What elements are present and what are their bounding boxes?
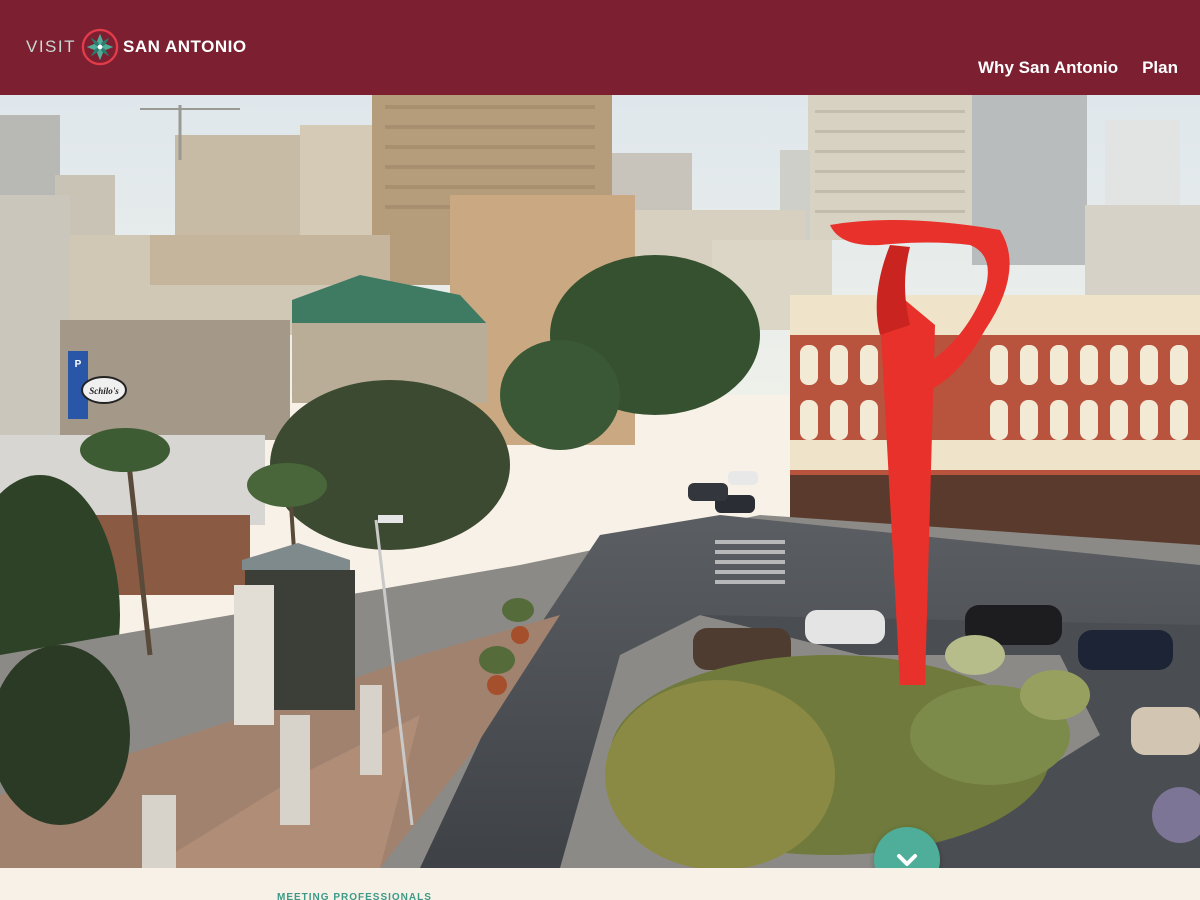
city-aerial-illustration: P Schilo's (0, 95, 1200, 868)
chevron-down-icon (897, 854, 917, 866)
logo-visit-text: VISIT (26, 37, 77, 56)
logo-city-text: SAN ANTONIO (123, 37, 247, 56)
main-nav: Why San Antonio Plan (978, 58, 1178, 78)
nav-why-san-antonio[interactable]: Why San Antonio (978, 58, 1118, 78)
site-logo[interactable]: VISIT SAN ANTONIO (26, 28, 247, 66)
hero-image: P Schilo's (0, 95, 1200, 868)
content-section: MEETING PROFESSIONALS (0, 868, 1200, 900)
park-sign-p: P (75, 359, 82, 370)
site-header: VISIT SAN ANTONIO Why San Antonio Plan (0, 0, 1200, 95)
star-flower-logo-icon (81, 28, 119, 66)
nav-plan[interactable]: Plan (1142, 58, 1178, 78)
schilos-sign: Schilo's (89, 386, 119, 396)
section-eyebrow: MEETING PROFESSIONALS (277, 892, 432, 900)
